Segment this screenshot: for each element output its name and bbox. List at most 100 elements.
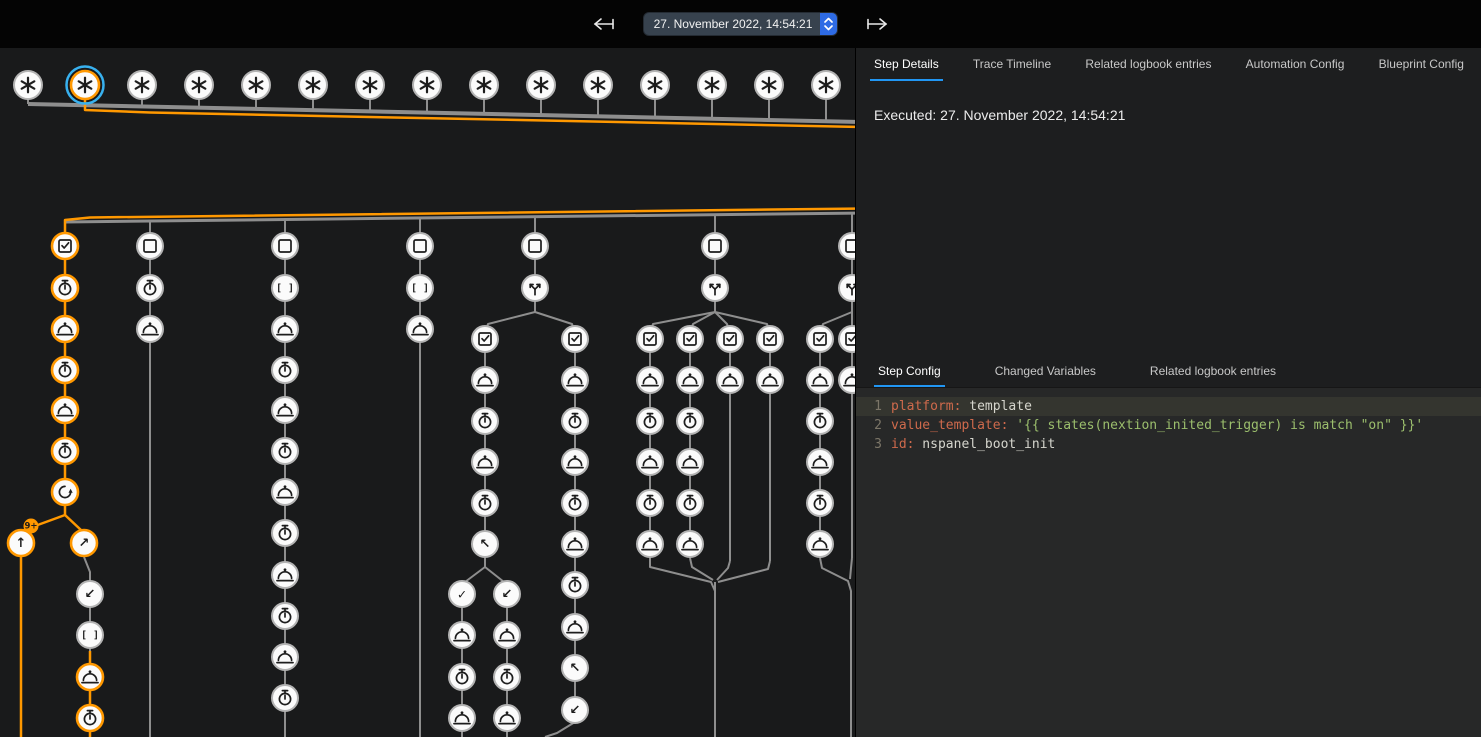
arrow-up-node[interactable]: ↑ xyxy=(8,530,34,556)
run-picker[interactable]: 27. November 2022, 14:54:21 xyxy=(644,13,838,35)
choose-node[interactable] xyxy=(522,275,548,301)
tab-step-config[interactable]: Step Config xyxy=(874,356,945,387)
service-node[interactable] xyxy=(637,531,663,557)
trigger-node[interactable] xyxy=(698,71,726,99)
trigger-node[interactable] xyxy=(470,71,498,99)
trigger-node[interactable] xyxy=(242,71,270,99)
condition-checked-node[interactable] xyxy=(562,326,588,352)
trigger-node[interactable] xyxy=(755,71,783,99)
condition-checked-node[interactable] xyxy=(52,233,78,259)
condition-checked-node[interactable] xyxy=(472,326,498,352)
service-node[interactable] xyxy=(272,644,298,670)
timer-node[interactable] xyxy=(562,490,588,516)
service-node[interactable] xyxy=(494,705,520,731)
service-node[interactable] xyxy=(407,316,433,342)
timer-node[interactable] xyxy=(449,664,475,690)
timer-node[interactable] xyxy=(272,520,298,546)
service-node[interactable] xyxy=(677,531,703,557)
tab-changed-variables[interactable]: Changed Variables xyxy=(991,356,1100,387)
arrow-up-left-node[interactable]: ↖ xyxy=(562,655,588,681)
service-node[interactable] xyxy=(272,316,298,342)
trigger-node[interactable] xyxy=(641,71,669,99)
trigger-node[interactable] xyxy=(413,71,441,99)
timer-node[interactable] xyxy=(472,490,498,516)
trigger-node[interactable] xyxy=(527,71,555,99)
condition-blank-node[interactable] xyxy=(522,233,548,259)
service-node[interactable] xyxy=(472,449,498,475)
previous-run-button[interactable] xyxy=(588,13,620,35)
next-run-button[interactable] xyxy=(861,13,893,35)
service-node[interactable] xyxy=(449,705,475,731)
service-node[interactable] xyxy=(472,367,498,393)
service-node[interactable] xyxy=(839,367,855,393)
timer-node[interactable] xyxy=(52,275,78,301)
service-node[interactable] xyxy=(562,531,588,557)
arrow-down-left-node[interactable]: ↙ xyxy=(494,581,520,607)
condition-checked-node[interactable] xyxy=(677,326,703,352)
yaml-editor[interactable]: 1platform: template2value_template: '{{ … xyxy=(856,388,1481,737)
condition-blank-node[interactable] xyxy=(137,233,163,259)
repeat-node[interactable] xyxy=(52,479,78,505)
service-node[interactable] xyxy=(807,531,833,557)
arrow-down-left-node[interactable]: ↙ xyxy=(77,581,103,607)
service-node[interactable] xyxy=(677,367,703,393)
timer-node[interactable] xyxy=(52,357,78,383)
choose-node[interactable] xyxy=(839,275,855,301)
tab-trace-timeline[interactable]: Trace Timeline xyxy=(969,48,1055,81)
service-node[interactable] xyxy=(449,622,475,648)
arrow-up-right-node[interactable]: ↗ xyxy=(71,530,97,556)
service-node[interactable] xyxy=(757,367,783,393)
timer-node[interactable] xyxy=(494,664,520,690)
timer-node[interactable] xyxy=(52,438,78,464)
brackets-node[interactable]: [ ] xyxy=(407,275,433,301)
trigger-node[interactable] xyxy=(185,71,213,99)
condition-checked-node[interactable] xyxy=(717,326,743,352)
service-node[interactable] xyxy=(562,614,588,640)
condition-blank-node[interactable] xyxy=(407,233,433,259)
timer-node[interactable] xyxy=(272,603,298,629)
service-node[interactable] xyxy=(807,449,833,475)
tab-blueprint-config[interactable]: Blueprint Config xyxy=(1375,48,1468,81)
timer-node[interactable] xyxy=(272,438,298,464)
trigger-node[interactable] xyxy=(299,71,327,99)
trigger-node[interactable] xyxy=(584,71,612,99)
arrow-up-left-node[interactable]: ↖ xyxy=(472,531,498,557)
brackets-node[interactable]: [ ] xyxy=(77,622,103,648)
service-node[interactable] xyxy=(137,316,163,342)
timer-node[interactable] xyxy=(562,408,588,434)
trigger-node[interactable] xyxy=(812,71,840,99)
timer-node[interactable] xyxy=(272,685,298,711)
trigger-node[interactable] xyxy=(128,71,156,99)
timer-node[interactable] xyxy=(637,408,663,434)
timer-node[interactable] xyxy=(807,408,833,434)
condition-checked-node[interactable] xyxy=(839,326,855,352)
service-node[interactable] xyxy=(494,622,520,648)
service-node[interactable] xyxy=(272,397,298,423)
service-node[interactable] xyxy=(52,316,78,342)
timer-node[interactable] xyxy=(677,408,703,434)
service-node[interactable] xyxy=(272,479,298,505)
arrow-down-left-node[interactable]: ↙ xyxy=(562,697,588,723)
tab-step-details[interactable]: Step Details xyxy=(870,48,943,81)
condition-checked-node[interactable] xyxy=(807,326,833,352)
timer-node[interactable] xyxy=(472,408,498,434)
timer-node[interactable] xyxy=(677,490,703,516)
tab-related-logbook-entries[interactable]: Related logbook entries xyxy=(1081,48,1215,81)
tab-automation-config[interactable]: Automation Config xyxy=(1242,48,1349,81)
timer-node[interactable] xyxy=(272,357,298,383)
timer-node[interactable] xyxy=(137,275,163,301)
service-node[interactable] xyxy=(637,367,663,393)
condition-blank-node[interactable] xyxy=(839,233,855,259)
condition-checked-node[interactable] xyxy=(637,326,663,352)
check-node[interactable]: ✓ xyxy=(449,581,475,607)
service-node[interactable] xyxy=(562,367,588,393)
condition-checked-node[interactable] xyxy=(757,326,783,352)
trigger-node[interactable] xyxy=(67,67,104,104)
condition-blank-node[interactable] xyxy=(702,233,728,259)
timer-node[interactable] xyxy=(637,490,663,516)
service-node[interactable] xyxy=(272,562,298,588)
trigger-node[interactable] xyxy=(356,71,384,99)
trigger-node[interactable] xyxy=(14,71,42,99)
service-node[interactable] xyxy=(77,664,103,690)
service-node[interactable] xyxy=(562,449,588,475)
